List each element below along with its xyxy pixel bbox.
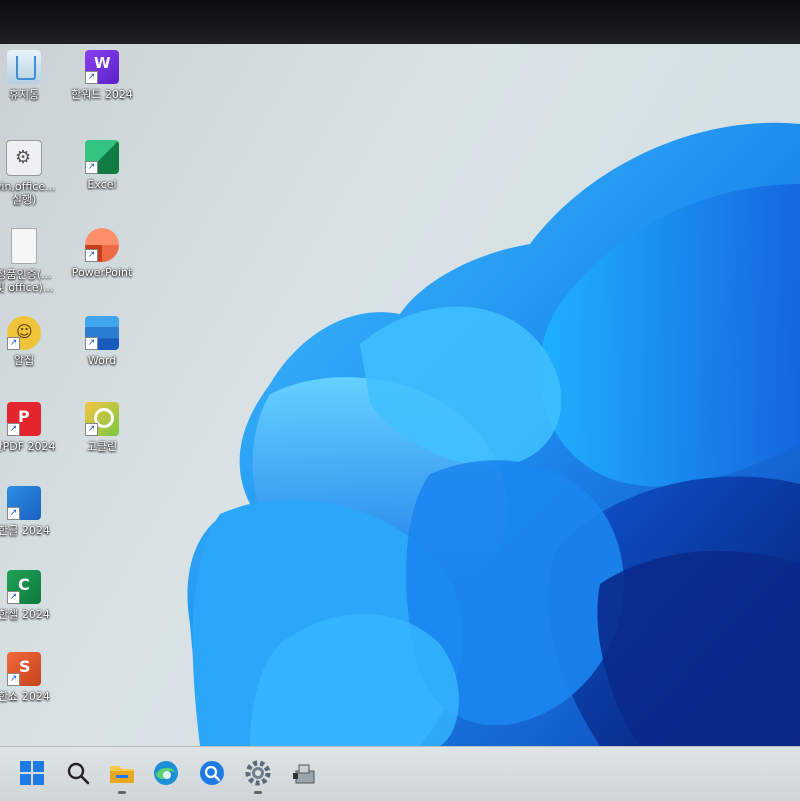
shortcut-arrow-icon: ↗: [85, 423, 98, 436]
desktop-icon-hanpdf[interactable]: P ↗ 한PDF 2024: [0, 402, 64, 453]
shortcut-arrow-icon: ↗: [85, 249, 98, 262]
running-indicator: [118, 791, 126, 794]
hancell-icon: C ↗: [7, 570, 41, 604]
excel-icon: ↗: [85, 140, 119, 174]
shortcut-arrow-icon: ↗: [85, 71, 98, 84]
settings-app-button[interactable]: [244, 759, 272, 794]
desktop-icon-label: 한워드 2024: [71, 88, 133, 101]
desktop-icon-label: 알집: [13, 354, 35, 367]
edge-browser-button[interactable]: [152, 759, 180, 787]
hanword-icon: W ↗: [85, 50, 119, 84]
shortcut-arrow-icon: ↗: [7, 423, 20, 436]
document-icon: [11, 228, 37, 264]
desktop-icon-label: win,office...: [0, 180, 56, 193]
word-icon: ↗: [85, 316, 119, 350]
edge-icon: [154, 761, 178, 785]
shortcut-arrow-icon: ↗: [7, 591, 20, 604]
desktop-icon-label: PowerPoint: [71, 266, 133, 279]
search-icon: [67, 762, 90, 785]
shortcut-arrow-icon: ↗: [85, 161, 98, 174]
desktop-icon-label: 한PDF 2024: [0, 440, 56, 453]
magnifier-app-icon: [200, 761, 224, 785]
folder-icon: [110, 766, 134, 783]
installer-app-button[interactable]: [290, 759, 318, 787]
desktop-icon-win-office-script[interactable]: ⚙ win,office... 실행): [0, 140, 64, 206]
desktop-icon-activation[interactable]: 정품인증(... 및 office)...: [0, 228, 64, 294]
powerpoint-icon: ↗: [85, 228, 119, 262]
desktop-icon-word[interactable]: ↗ Word: [62, 316, 142, 367]
desktop-icon-hangul[interactable]: ↗ 한글 2024: [0, 486, 64, 537]
running-indicator: [254, 791, 262, 794]
hanpdf-icon: P ↗: [7, 402, 41, 436]
hanshow-icon: S ↗: [7, 652, 41, 686]
desktop-icon-label-line2: 실행): [11, 193, 37, 206]
search-button[interactable]: [64, 759, 92, 787]
desktop[interactable]: 휴지통 ⚙ win,office... 실행) 정품인증(... 및 offic…: [0, 44, 800, 746]
alzip-icon: ☺ ↗: [7, 316, 41, 350]
start-button[interactable]: [18, 759, 46, 787]
desktop-icon-label: 한셀 2024: [0, 608, 50, 621]
hangul-icon: ↗: [7, 486, 41, 520]
desktop-icon-excel[interactable]: ↗ Excel: [62, 140, 142, 191]
recycle-bin-icon: [7, 50, 41, 84]
desktop-icon-label: 정품인증(...: [0, 268, 52, 281]
desktop-icon-label: 휴지통: [8, 88, 40, 101]
desktop-icon-alzip[interactable]: ☺ ↗ 알집: [0, 316, 64, 367]
desktop-icon-hanshow[interactable]: S ↗ 한쇼 2024: [0, 652, 64, 703]
goclean-icon: ↗: [85, 402, 119, 436]
desktop-icon-label: Excel: [87, 178, 117, 191]
file-explorer-button[interactable]: [108, 759, 136, 794]
desktop-icon-goclean[interactable]: ↗ 고클린: [62, 402, 142, 453]
desktop-icon-label: 고클린: [86, 440, 118, 453]
settings-script-icon: ⚙: [6, 140, 42, 176]
installer-icon: [293, 764, 315, 784]
desktop-icon-hancell[interactable]: C ↗ 한셀 2024: [0, 570, 64, 621]
shortcut-arrow-icon: ↗: [7, 673, 20, 686]
monitor-bezel: [0, 0, 800, 44]
desktop-icon-recycle-bin[interactable]: 휴지통: [0, 50, 64, 101]
magnifier-app-button[interactable]: [198, 759, 226, 787]
windows-logo-icon: [20, 761, 44, 785]
shortcut-arrow-icon: ↗: [85, 337, 98, 350]
desktop-icon-label-line2: 및 office)...: [0, 281, 54, 294]
shortcut-arrow-icon: ↗: [7, 337, 20, 350]
desktop-icon-hanword[interactable]: W ↗ 한워드 2024: [62, 50, 142, 101]
shortcut-arrow-icon: ↗: [7, 507, 20, 520]
desktop-icon-label: 한글 2024: [0, 524, 50, 537]
gear-icon: [245, 760, 271, 786]
desktop-icon-label: 한쇼 2024: [0, 690, 50, 703]
desktop-icon-label: Word: [87, 354, 117, 367]
desktop-icon-powerpoint[interactable]: ↗ PowerPoint: [62, 228, 142, 279]
taskbar: [0, 746, 800, 801]
